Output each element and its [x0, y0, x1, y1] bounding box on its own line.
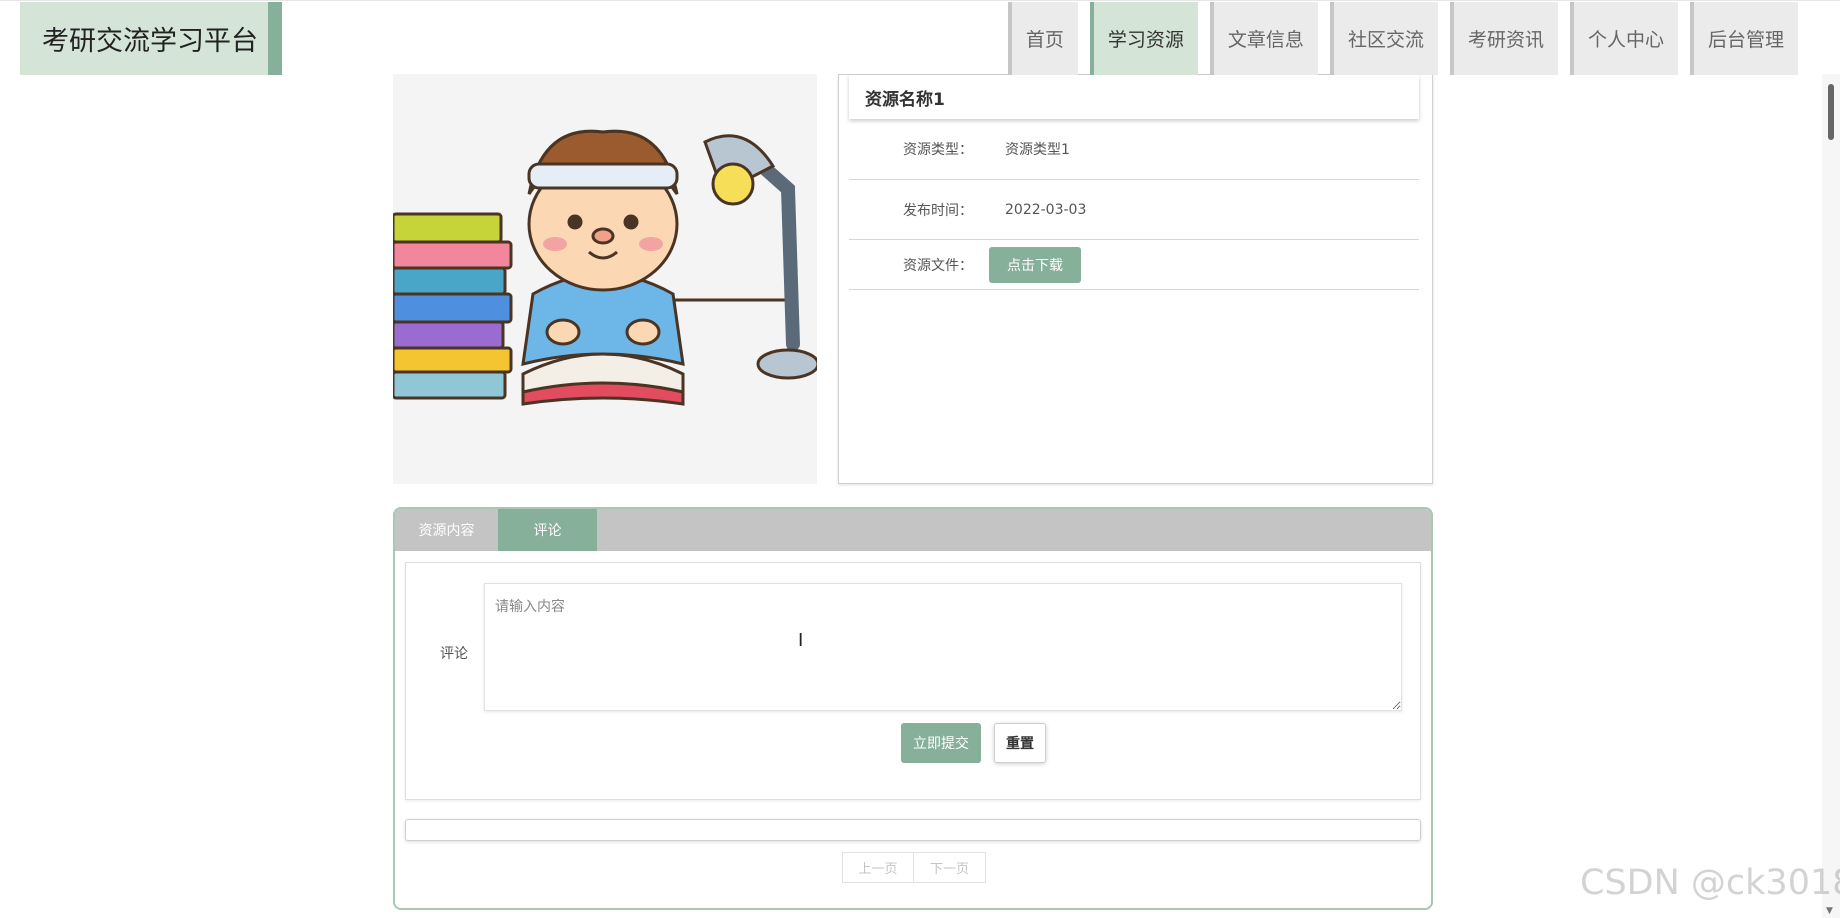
nav-item-community[interactable]: 社区交流	[1329, 2, 1438, 75]
nav-item-home[interactable]: 首页	[1007, 2, 1078, 75]
studying-boy-illustration	[393, 129, 817, 406]
nav-item-exam-news[interactable]: 考研资讯	[1449, 2, 1558, 75]
next-page-button[interactable]: 下一页	[914, 852, 986, 883]
resource-info-panel: 资源名称1 资源类型： 资源类型1 发布时间： 2022-03-03 资源文件：…	[838, 74, 1433, 484]
text-cursor-icon: I	[798, 630, 804, 651]
resource-type-value: 资源类型1	[1005, 142, 1070, 158]
scroll-down-arrow-icon[interactable]: ▼	[1826, 906, 1833, 916]
download-button[interactable]: 点击下载	[989, 246, 1081, 283]
pagination: 上一页 下一页	[842, 852, 986, 883]
comment-list	[405, 819, 1421, 841]
main-nav: 首页 学习资源 文章信息 社区交流 考研资讯 个人中心 后台管理	[996, 2, 1798, 75]
boy-figure-icon	[521, 129, 685, 406]
publish-time-label: 发布时间：	[903, 202, 973, 219]
tab-comments[interactable]: 评论	[498, 509, 597, 551]
content-tabs-panel: 资源内容 评论 评论 I 立即提交 重置 上一页 下一页	[393, 507, 1433, 910]
page: 考研交流学习平台 首页 学习资源 文章信息 社区交流 考研资讯 个人中心 后台管…	[0, 0, 1840, 918]
site-logo[interactable]: 考研交流学习平台	[20, 2, 282, 75]
nav-item-articles[interactable]: 文章信息	[1209, 2, 1318, 75]
resource-type-label: 资源类型：	[903, 142, 973, 158]
scrollbar-thumb[interactable]	[1828, 84, 1834, 140]
comment-form: 评论 I 立即提交 重置	[405, 562, 1421, 800]
page-scrollbar[interactable]: ▼	[1822, 74, 1840, 918]
publish-time-value: 2022-03-03	[1005, 201, 1087, 218]
resource-image	[393, 74, 817, 484]
tab-resource-content[interactable]: 资源内容	[395, 509, 498, 551]
nav-item-admin[interactable]: 后台管理	[1689, 2, 1798, 75]
publish-time-row: 发布时间： 2022-03-03	[849, 180, 1419, 240]
nav-item-learning-resources[interactable]: 学习资源	[1089, 2, 1198, 75]
comment-textarea[interactable]	[484, 583, 1402, 711]
prev-page-button[interactable]: 上一页	[842, 852, 914, 883]
submit-button[interactable]: 立即提交	[901, 723, 981, 763]
watermark: CSDN @ck3018	[1580, 863, 1840, 903]
book-stack-icon	[393, 212, 513, 400]
nav-item-user-center[interactable]: 个人中心	[1569, 2, 1678, 75]
top-header: 考研交流学习平台 首页 学习资源 文章信息 社区交流 考研资讯 个人中心 后台管…	[0, 0, 1840, 75]
resource-type-row: 资源类型： 资源类型1	[849, 119, 1419, 180]
reset-button[interactable]: 重置	[994, 723, 1046, 763]
comment-label: 评论	[440, 646, 468, 662]
resource-file-row: 资源文件： 点击下载	[849, 240, 1419, 290]
resource-file-label: 资源文件：	[903, 257, 973, 274]
tab-bar: 资源内容 评论	[395, 509, 1431, 551]
resource-title: 资源名称1	[849, 75, 1419, 119]
